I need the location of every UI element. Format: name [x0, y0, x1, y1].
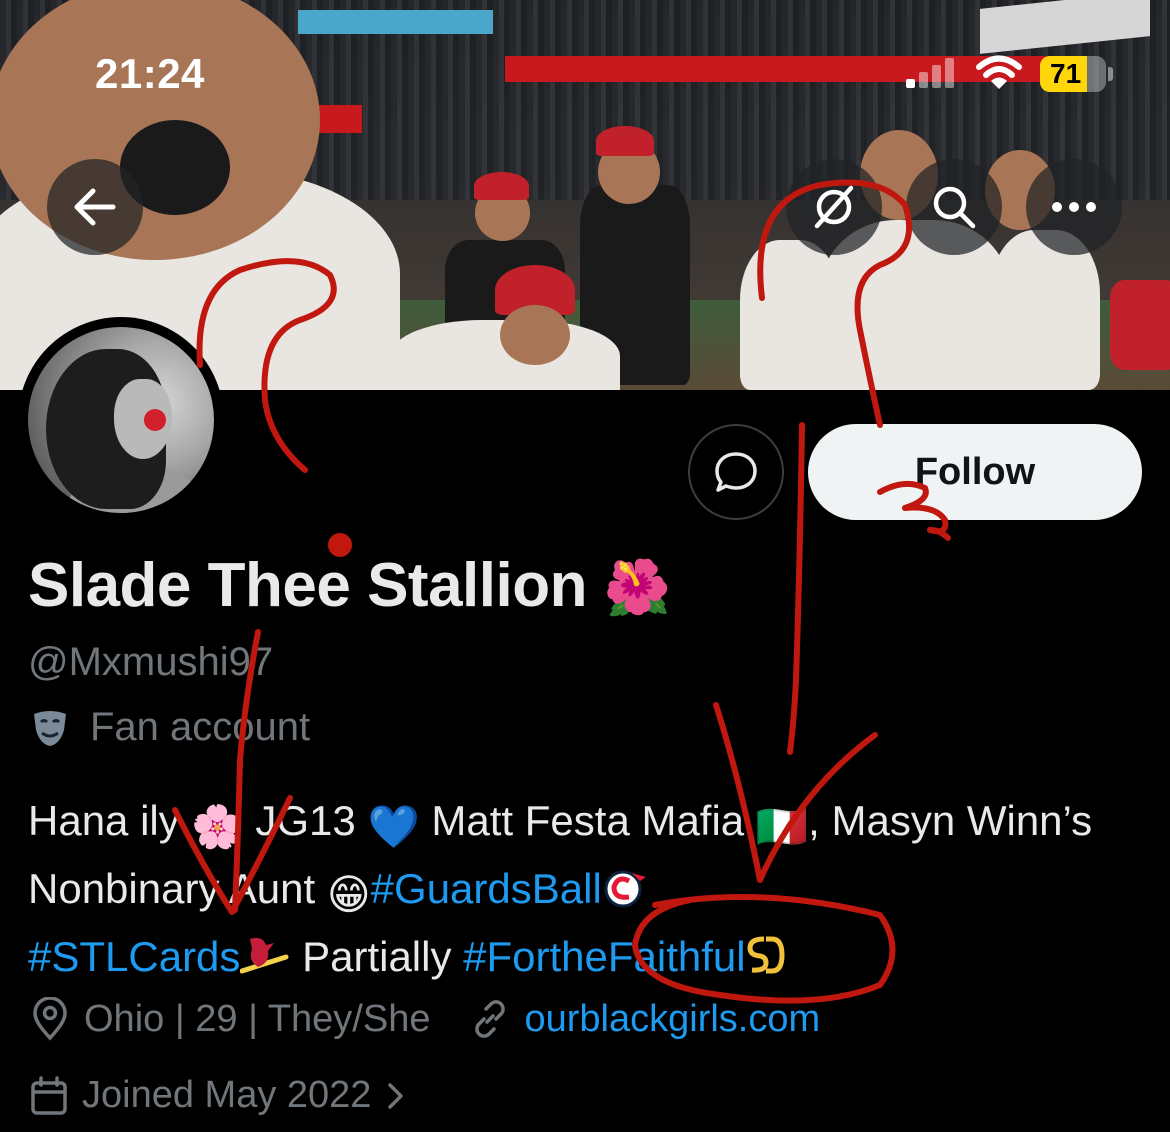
location-text: Ohio | 29 | They/She [84, 997, 431, 1040]
blue-heart-emoji-icon: 💙 [367, 803, 420, 850]
signal-bar [945, 58, 954, 88]
account-type-row: Fan account [30, 705, 310, 750]
italy-flag-emoji-icon: 🇮🇹 [755, 803, 809, 850]
more-options-button[interactable] [1026, 159, 1122, 255]
profile-meta-row: Ohio | 29 | They/She ourblackgirls.com [30, 997, 860, 1041]
hibiscus-emoji-icon: 🌺 [603, 558, 671, 618]
joined-date-row[interactable]: Joined May 2022 [30, 1074, 407, 1117]
banner-player-face [500, 305, 570, 365]
annotation-arrow-shaft [787, 422, 805, 755]
signal-bar [919, 72, 928, 88]
grok-button[interactable] [786, 159, 882, 255]
avatar-image [28, 327, 214, 513]
hashtag-link[interactable]: #GuardsBall [371, 865, 602, 912]
avatar[interactable] [18, 317, 224, 523]
more-horizontal-icon [1052, 202, 1096, 212]
follow-button[interactable]: Follow [808, 424, 1142, 520]
cherry-blossom-emoji-icon: 🌸 [191, 803, 244, 850]
status-time: 21:24 [95, 50, 205, 97]
san-diego-padres-logo-icon [747, 936, 785, 974]
hashtag-link[interactable]: #STLCards [28, 933, 240, 980]
website-link[interactable]: ourblackgirls.com [524, 998, 820, 1041]
banner-player-cap [596, 126, 654, 156]
search-icon [933, 186, 976, 229]
avatar-cap-logo [144, 409, 166, 431]
grok-icon [814, 185, 854, 229]
website-item[interactable]: ourblackgirls.com [470, 998, 820, 1041]
bio-text: Matt Festa Mafia [419, 797, 756, 844]
message-button[interactable] [688, 424, 784, 520]
arrow-left-icon [74, 188, 116, 226]
search-button[interactable] [906, 159, 1002, 255]
calendar-icon [31, 1075, 67, 1115]
battery-icon: 71 [1040, 56, 1106, 92]
profile-bio: Hana ily 🌸 JG13 💙 Matt Festa Mafia 🇮🇹, M… [28, 790, 1138, 988]
banner-sign [298, 10, 493, 34]
account-type-label: Fan account [90, 705, 311, 749]
back-button[interactable] [47, 159, 143, 255]
signal-bar [906, 79, 915, 88]
bio-text: Partially [290, 933, 464, 980]
performing-arts-icon [34, 710, 66, 746]
wifi-icon [976, 55, 1022, 89]
chevron-right-icon [388, 1082, 404, 1109]
display-name: Slade Thee Stallion 🌺 [28, 550, 671, 621]
bio-text: JG13 [243, 797, 368, 844]
message-bubble-icon [715, 452, 757, 492]
cellular-signal-icon [906, 58, 962, 88]
grinning-face-emoji-icon: 😁 [326, 871, 371, 918]
bio-text: Hana ily [28, 797, 192, 844]
banner-fan [1110, 280, 1170, 370]
user-handle: @Mxmushi97 [28, 640, 274, 684]
hashtag-link[interactable]: #FortheFaithful [463, 933, 745, 980]
battery-level: 71 [1050, 58, 1082, 89]
location-pin-icon [33, 997, 67, 1041]
banner-player-cap [474, 172, 529, 200]
battery-cap [1108, 67, 1113, 81]
cleveland-guardians-logo-icon [604, 870, 646, 908]
st-louis-cardinals-logo-icon [240, 937, 289, 974]
signal-bar [932, 65, 941, 88]
display-name-text: Slade Thee Stallion [28, 551, 587, 620]
joined-date-text: Joined May 2022 [82, 1074, 372, 1116]
link-icon [475, 1000, 506, 1038]
location-item: Ohio | 29 | They/She [30, 997, 430, 1041]
